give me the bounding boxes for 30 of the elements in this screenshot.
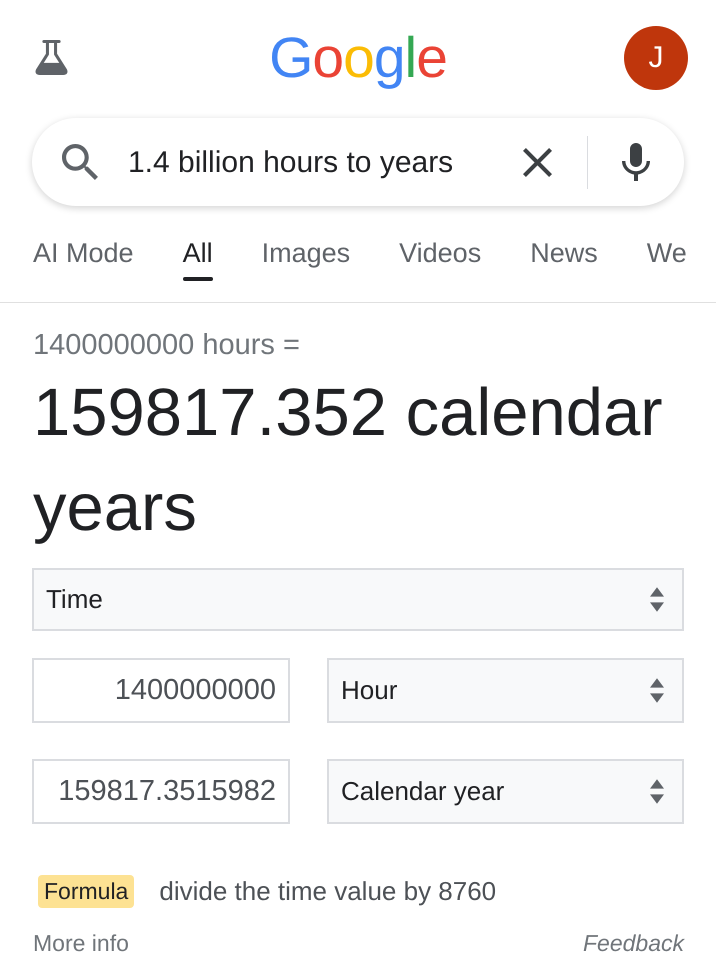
up-down-arrows-icon: [650, 678, 664, 703]
tab[interactable]: News: [530, 237, 598, 281]
microphone-icon: [622, 143, 650, 181]
quantity-select[interactable]: Time: [32, 568, 684, 631]
account-avatar[interactable]: J: [624, 26, 688, 90]
up-down-arrows-icon: [650, 587, 664, 612]
tab[interactable]: Images: [262, 237, 350, 281]
unit-select[interactable]: Hour: [327, 658, 684, 723]
tab[interactable]: All: [182, 237, 213, 281]
number-input[interactable]: 159817.3515982: [32, 759, 290, 824]
flask-icon: [33, 40, 70, 75]
conversion-equation: 1400000000 hours =: [33, 328, 301, 363]
search-bar[interactable]: 1.4 billion hours to years: [32, 118, 684, 206]
conversion-result: 159817.352 calendar years: [33, 374, 664, 547]
feedback-link[interactable]: Feedback: [582, 930, 684, 956]
search-icon: [62, 144, 98, 180]
number-input[interactable]: 1400000000: [32, 658, 290, 723]
tab[interactable]: Videos: [399, 237, 482, 281]
tab[interactable]: We: [646, 237, 687, 281]
search-query[interactable]: 1.4 billion hours to years: [128, 140, 454, 184]
voice-search-button[interactable]: [622, 143, 650, 181]
close-icon: [523, 148, 552, 176]
formula-text: divide the time value by 8760: [159, 875, 496, 908]
formula-label: Formula: [38, 875, 134, 908]
unit-select[interactable]: Calendar year: [327, 759, 684, 824]
tab[interactable]: AI Mode: [33, 237, 134, 281]
google-logo: Google: [269, 26, 447, 90]
more-info-link[interactable]: More info: [33, 930, 129, 956]
up-down-arrows-icon: [650, 779, 664, 804]
clear-button[interactable]: [523, 148, 552, 176]
